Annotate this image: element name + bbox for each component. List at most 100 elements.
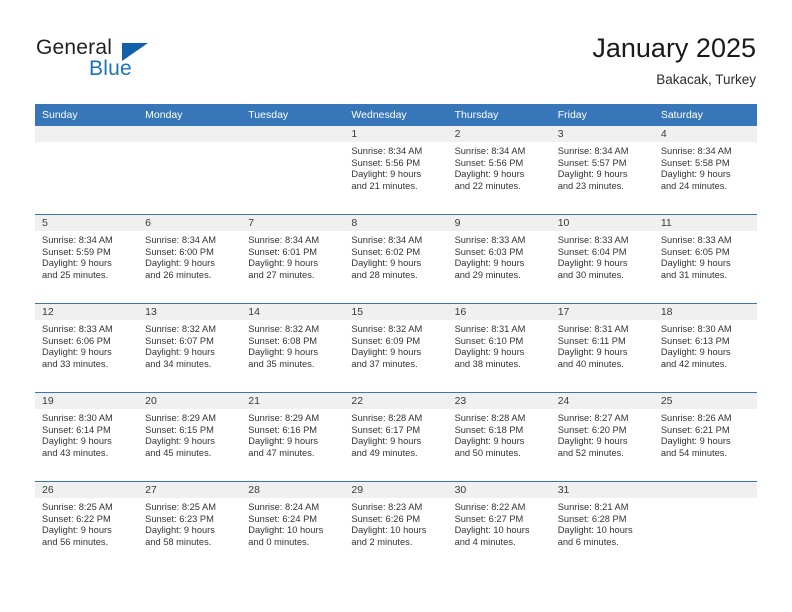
sunrise-text: Sunrise: 8:21 AM (557, 502, 629, 512)
calendar-day-cell[interactable]: 12 Sunrise: 8:33 AM Sunset: 6:06 PM Dayligh… (35, 303, 139, 393)
calendar-day-cell[interactable]: 29 Sunrise: 8:23 AM Sunset: 6:26 PM Dayligh… (344, 481, 448, 570)
daylight-text-line2: and 26 minutes. (145, 269, 212, 280)
calendar-day-cell[interactable]: 1 Sunrise: 8:34 AM Sunset: 5:56 PM Daylight… (344, 126, 448, 215)
calendar-day-cell[interactable]: 6 Sunrise: 8:34 AM Sunset: 6:00 PM Daylight… (138, 214, 242, 304)
day-number: 17 (550, 304, 654, 320)
day-number: 1 (344, 126, 448, 142)
daylight-text-line1: Daylight: 10 hours (557, 525, 633, 536)
daylight-text-line2: and 42 minutes. (660, 358, 727, 369)
page-subtitle: Bakacak, Turkey (656, 72, 756, 87)
daylight-text-line2: and 47 minutes. (248, 447, 315, 458)
daylight-text-line1: Daylight: 9 hours (145, 347, 215, 358)
day-number: 20 (138, 393, 242, 409)
calendar-table: Sunday Monday Tuesday Wednesday Thursday… (35, 104, 757, 570)
sunset-text: Sunset: 6:17 PM (351, 424, 421, 435)
sunset-text: Sunset: 6:16 PM (248, 424, 318, 435)
calendar-day-cell[interactable]: 28 Sunrise: 8:24 AM Sunset: 6:24 PM Dayligh… (241, 481, 345, 570)
calendar-day-cell[interactable]: 20 Sunrise: 8:29 AM Sunset: 6:15 PM Dayligh… (138, 392, 242, 482)
calendar-day-cell[interactable]: 16 Sunrise: 8:31 AM Sunset: 6:10 PM Dayligh… (447, 303, 551, 393)
weekday-header-thursday: Thursday (447, 104, 551, 126)
calendar-day-cell[interactable] (241, 126, 345, 215)
day-number: 6 (138, 215, 242, 231)
calendar-day-cell[interactable]: 13 Sunrise: 8:32 AM Sunset: 6:07 PM Dayligh… (138, 303, 242, 393)
calendar-day-cell[interactable]: 7 Sunrise: 8:34 AM Sunset: 6:01 PM Daylight… (241, 214, 345, 304)
page-title: January 2025 (592, 33, 756, 63)
daylight-text-line2: and 21 minutes. (351, 180, 418, 191)
calendar-day-cell[interactable]: 17 Sunrise: 8:31 AM Sunset: 6:11 PM Dayligh… (550, 303, 654, 393)
day-number (241, 126, 345, 142)
calendar-day-cell[interactable]: 25 Sunrise: 8:26 AM Sunset: 6:21 PM Dayligh… (653, 392, 757, 482)
brand-logo[interactable]: General Blue (36, 36, 236, 84)
daylight-text-line2: and 4 minutes. (454, 536, 516, 547)
day-number: 11 (653, 215, 757, 231)
calendar-week-row: 26 Sunrise: 8:25 AM Sunset: 6:22 PM Dayligh… (35, 481, 757, 570)
day-number: 10 (550, 215, 654, 231)
calendar-day-cell[interactable]: 15 Sunrise: 8:32 AM Sunset: 6:09 PM Dayligh… (344, 303, 448, 393)
day-details: Sunrise: 8:28 AM Sunset: 6:17 PM Daylight:… (344, 409, 447, 459)
day-number: 9 (447, 215, 551, 231)
daylight-text-line1: Daylight: 9 hours (42, 347, 112, 358)
calendar-day-cell[interactable]: 23 Sunrise: 8:28 AM Sunset: 6:18 PM Dayligh… (447, 392, 551, 482)
day-number: 30 (447, 482, 551, 498)
calendar-day-cell[interactable]: 5 Sunrise: 8:34 AM Sunset: 5:59 PM Daylight… (35, 214, 139, 304)
day-details: Sunrise: 8:28 AM Sunset: 6:18 PM Daylight:… (448, 409, 551, 459)
day-details: Sunrise: 8:34 AM Sunset: 6:00 PM Daylight:… (138, 231, 241, 281)
calendar-day-cell[interactable]: 11 Sunrise: 8:33 AM Sunset: 6:05 PM Dayligh… (653, 214, 757, 304)
calendar-week-row: 12 Sunrise: 8:33 AM Sunset: 6:06 PM Dayligh… (35, 303, 757, 393)
sunset-text: Sunset: 6:28 PM (557, 513, 627, 524)
sunset-text: Sunset: 6:23 PM (145, 513, 214, 524)
sunrise-text: Sunrise: 8:34 AM (351, 146, 423, 156)
daylight-text-line2: and 50 minutes. (454, 447, 521, 458)
calendar-day-cell[interactable]: 31 Sunrise: 8:21 AM Sunset: 6:28 PM Dayligh… (550, 481, 654, 570)
day-number: 7 (241, 215, 345, 231)
day-number: 19 (35, 393, 139, 409)
sunrise-text: Sunrise: 8:28 AM (454, 413, 526, 423)
calendar-day-cell[interactable]: 2 Sunrise: 8:34 AM Sunset: 5:56 PM Daylight… (447, 126, 551, 215)
day-details: Sunrise: 8:34 AM Sunset: 6:01 PM Daylight:… (241, 231, 344, 281)
calendar-body: 1 Sunrise: 8:34 AM Sunset: 5:56 PM Daylight… (35, 126, 757, 570)
calendar-day-cell[interactable]: 4 Sunrise: 8:34 AM Sunset: 5:58 PM Daylight… (653, 126, 757, 215)
daylight-text-line2: and 24 minutes. (660, 180, 727, 191)
calendar-day-cell[interactable] (653, 481, 757, 570)
day-number: 14 (241, 304, 345, 320)
sunset-text: Sunset: 6:21 PM (660, 424, 730, 435)
day-number (653, 482, 757, 498)
calendar-day-cell[interactable]: 18 Sunrise: 8:30 AM Sunset: 6:13 PM Dayligh… (653, 303, 757, 393)
daylight-text-line1: Daylight: 9 hours (660, 258, 731, 269)
calendar-day-cell[interactable]: 3 Sunrise: 8:34 AM Sunset: 5:57 PM Daylight… (550, 126, 654, 215)
day-details: Sunrise: 8:34 AM Sunset: 5:56 PM Daylight:… (344, 142, 447, 192)
calendar-day-cell[interactable] (35, 126, 139, 215)
calendar-day-cell[interactable]: 30 Sunrise: 8:22 AM Sunset: 6:27 PM Dayligh… (447, 481, 551, 570)
day-details: Sunrise: 8:34 AM Sunset: 5:58 PM Daylight:… (654, 142, 757, 192)
calendar-day-cell[interactable]: 10 Sunrise: 8:33 AM Sunset: 6:04 PM Dayligh… (550, 214, 654, 304)
calendar-day-cell[interactable]: 14 Sunrise: 8:32 AM Sunset: 6:08 PM Dayligh… (241, 303, 345, 393)
calendar-day-cell[interactable]: 24 Sunrise: 8:27 AM Sunset: 6:20 PM Dayligh… (550, 392, 654, 482)
calendar-day-cell[interactable]: 21 Sunrise: 8:29 AM Sunset: 6:16 PM Dayligh… (241, 392, 345, 482)
calendar-page: General Blue January 2025 Bakacak, Turke… (0, 0, 792, 612)
day-details: Sunrise: 8:27 AM Sunset: 6:20 PM Daylight:… (551, 409, 654, 459)
sunset-text: Sunset: 6:04 PM (557, 246, 627, 257)
day-details: Sunrise: 8:34 AM Sunset: 5:59 PM Daylight:… (35, 231, 138, 281)
day-number: 18 (653, 304, 757, 320)
daylight-text-line2: and 43 minutes. (42, 447, 109, 458)
daylight-text-line2: and 27 minutes. (248, 269, 315, 280)
sunset-text: Sunset: 6:14 PM (42, 424, 111, 435)
calendar-day-cell[interactable]: 27 Sunrise: 8:25 AM Sunset: 6:23 PM Dayligh… (138, 481, 242, 570)
calendar-day-cell[interactable]: 22 Sunrise: 8:28 AM Sunset: 6:17 PM Dayligh… (344, 392, 448, 482)
calendar-day-cell[interactable]: 8 Sunrise: 8:34 AM Sunset: 6:02 PM Daylight… (344, 214, 448, 304)
calendar-day-cell[interactable]: 9 Sunrise: 8:33 AM Sunset: 6:03 PM Daylight… (447, 214, 551, 304)
sunrise-text: Sunrise: 8:27 AM (557, 413, 629, 423)
calendar-day-cell[interactable] (138, 126, 242, 215)
day-details: Sunrise: 8:32 AM Sunset: 6:07 PM Daylight:… (138, 320, 241, 370)
calendar-day-cell[interactable]: 19 Sunrise: 8:30 AM Sunset: 6:14 PM Dayligh… (35, 392, 139, 482)
calendar-grid: Sunday Monday Tuesday Wednesday Thursday… (35, 104, 757, 570)
sunset-text: Sunset: 6:07 PM (145, 335, 214, 346)
daylight-text-line2: and 28 minutes. (351, 269, 418, 280)
daylight-text-line2: and 31 minutes. (660, 269, 727, 280)
weekday-header-saturday: Saturday (653, 104, 757, 126)
sunset-text: Sunset: 6:10 PM (454, 335, 524, 346)
day-details: Sunrise: 8:31 AM Sunset: 6:11 PM Daylight:… (551, 320, 654, 370)
sunrise-text: Sunrise: 8:33 AM (557, 235, 629, 245)
calendar-day-cell[interactable]: 26 Sunrise: 8:25 AM Sunset: 6:22 PM Dayligh… (35, 481, 139, 570)
day-number: 23 (447, 393, 551, 409)
